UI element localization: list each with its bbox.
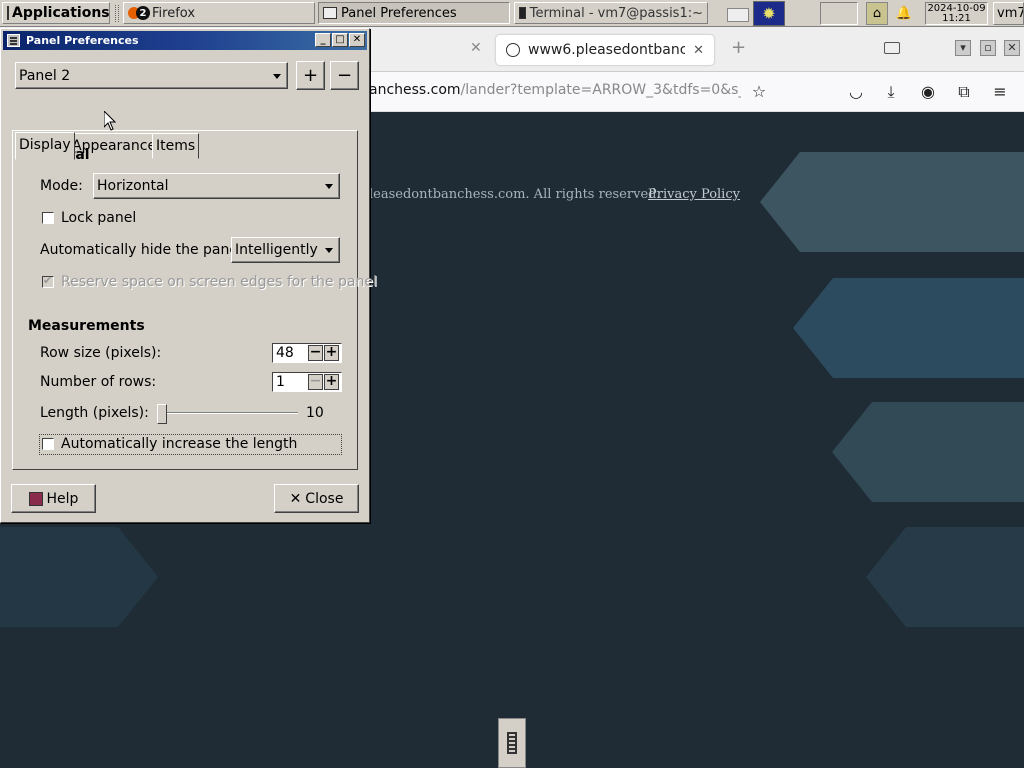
panel-2-dock[interactable]	[498, 718, 526, 768]
rows-label: Number of rows:	[40, 374, 157, 390]
measurements-heading: Measurements	[28, 318, 145, 334]
panel-preferences-icon	[323, 7, 337, 19]
taskbar: Applications 2 Firefox Panel Preferences…	[0, 0, 1024, 27]
taskbar-terminal-button[interactable]: Terminal - vm7@passis1:~	[514, 2, 708, 24]
firefox-task-label: Firefox	[152, 5, 196, 21]
footer-copyright: leasedontbanchess.com. All rights reserv…	[369, 187, 661, 202]
panel-preferences-task-label: Panel Preferences	[341, 5, 457, 21]
autolength-label: Automatically increase the length	[61, 436, 298, 452]
user-menu-button[interactable]: vm7	[993, 2, 1024, 25]
panel-select[interactable]: Panel 2	[15, 62, 288, 89]
clock[interactable]: 2024-10-09 11:21	[925, 2, 988, 25]
panel-select-value: Panel 2	[19, 67, 71, 84]
help-label: Help	[46, 490, 79, 507]
row-size-increment-button[interactable]: +	[324, 345, 339, 361]
panel-preferences-icon	[7, 34, 20, 47]
account-icon[interactable]: ◉	[918, 82, 938, 102]
apps-logo-icon	[7, 6, 9, 20]
dialog-titlebar[interactable]: Panel Preferences _ □ ✕	[3, 31, 367, 50]
terminal-icon	[519, 7, 526, 19]
close-window-icon[interactable]: ✕	[1004, 40, 1020, 56]
decorative-hexagon-3	[832, 402, 1024, 502]
previous-tab-close-icon[interactable]: ✕	[470, 40, 482, 56]
autohide-select[interactable]: Intelligently	[231, 237, 340, 263]
row-size-value: 48	[276, 345, 294, 361]
taskbar-separator	[115, 5, 119, 22]
workspace-2-window-icon: ✹	[762, 4, 776, 23]
close-icon[interactable]: ✕	[349, 33, 365, 47]
applications-label: Applications	[12, 5, 110, 21]
extensions-icon[interactable]: ⧉	[954, 82, 974, 102]
folder-icon[interactable]	[884, 42, 900, 54]
row-size-spinbox[interactable]: 48 − +	[272, 343, 342, 363]
row-size-decrement-button[interactable]: −	[308, 345, 323, 361]
rows-decrement-button[interactable]: −	[308, 374, 323, 390]
pocket-icon[interactable]: ◡	[846, 82, 866, 102]
tab-display[interactable]: Display	[15, 132, 75, 160]
autohide-label: Automatically hide the panel:	[40, 242, 247, 258]
workspace-1[interactable]	[727, 8, 749, 22]
window-count-badge: 2	[136, 6, 150, 20]
close-button[interactable]: ✕ Close	[274, 484, 359, 513]
row-size-label: Row size (pixels):	[40, 345, 162, 361]
menu-hamburger-icon[interactable]: ≡	[990, 82, 1010, 102]
lock-panel-checkbox[interactable]	[42, 212, 54, 224]
browser-tab-title: www6.pleasedontbanches	[528, 42, 686, 58]
help-book-icon	[28, 491, 43, 506]
help-button[interactable]: Help	[11, 484, 96, 513]
download-icon[interactable]: ⤓	[881, 82, 901, 102]
length-value: 10	[306, 405, 324, 421]
mode-label: Mode:	[40, 178, 83, 194]
length-slider-thumb[interactable]	[157, 404, 167, 424]
url-path: /lander?template=ARROW_3&tdfs=0&s_toke	[460, 82, 741, 98]
new-tab-icon[interactable]: +	[731, 37, 746, 58]
workspace-2[interactable]: ✹	[753, 1, 785, 26]
maximize-icon[interactable]: □	[332, 33, 348, 47]
applications-menu-button[interactable]: Applications	[2, 2, 110, 24]
workspace-3[interactable]	[820, 2, 858, 25]
chevron-down-icon	[273, 73, 281, 79]
remove-panel-button[interactable]: −	[330, 61, 359, 90]
maximize-icon[interactable]: ▫	[980, 40, 996, 56]
taskbar-firefox-button[interactable]: 2 Firefox	[123, 2, 315, 24]
url-bar[interactable]: anchess.com/lander?template=ARROW_3&tdfs…	[369, 82, 741, 98]
chevron-down-icon	[325, 184, 333, 189]
browser-tab-active[interactable]: www6.pleasedontbanches ✕	[496, 35, 714, 65]
length-slider-track[interactable]	[158, 412, 298, 414]
mode-select-value: Horizontal	[97, 178, 169, 194]
minimize-icon[interactable]: _	[315, 33, 331, 47]
decorative-hexagon-2	[793, 278, 1024, 378]
decorative-hexagon-4	[866, 527, 1024, 627]
dialog-title: Panel Preferences	[26, 34, 139, 47]
add-panel-button[interactable]: +	[296, 61, 325, 90]
reserve-space-checkbox	[42, 274, 54, 288]
mode-select[interactable]: Horizontal	[93, 173, 340, 199]
panel-handle-icon	[507, 732, 517, 754]
reserve-space-label: Reserve space on screen edges for the pa…	[61, 274, 377, 290]
close-x-icon: ✕	[289, 490, 302, 507]
rows-spinbox[interactable]: 1 − +	[272, 372, 342, 392]
mouse-cursor-icon	[104, 111, 116, 131]
lock-panel-label: Lock panel	[61, 210, 137, 226]
url-host: anchess.com	[369, 82, 461, 98]
taskbar-panel-preferences-button[interactable]: Panel Preferences	[318, 2, 510, 24]
network-tray-icon[interactable]: ⌂	[866, 2, 888, 25]
autolength-checkbox[interactable]	[42, 438, 54, 450]
chevron-down-icon	[325, 248, 333, 253]
autohide-select-value: Intelligently	[235, 242, 318, 258]
rows-increment-button[interactable]: +	[324, 374, 339, 390]
globe-icon	[506, 43, 520, 57]
rows-value: 1	[276, 374, 285, 390]
privacy-policy-link[interactable]: Privacy Policy	[648, 187, 740, 202]
clock-time: 11:21	[942, 13, 971, 24]
close-label: Close	[305, 490, 344, 507]
terminal-task-label: Terminal - vm7@passis1:~	[529, 5, 703, 21]
minimize-icon[interactable]: ▾	[955, 40, 971, 56]
decorative-hexagon-1	[760, 152, 1024, 252]
notification-bell-icon[interactable]: 🔔	[893, 2, 915, 25]
tab-close-icon[interactable]: ✕	[693, 43, 704, 58]
bookmark-star-icon[interactable]: ☆	[749, 82, 769, 102]
decorative-hexagon-5	[0, 527, 158, 627]
length-label: Length (pixels):	[40, 405, 149, 421]
